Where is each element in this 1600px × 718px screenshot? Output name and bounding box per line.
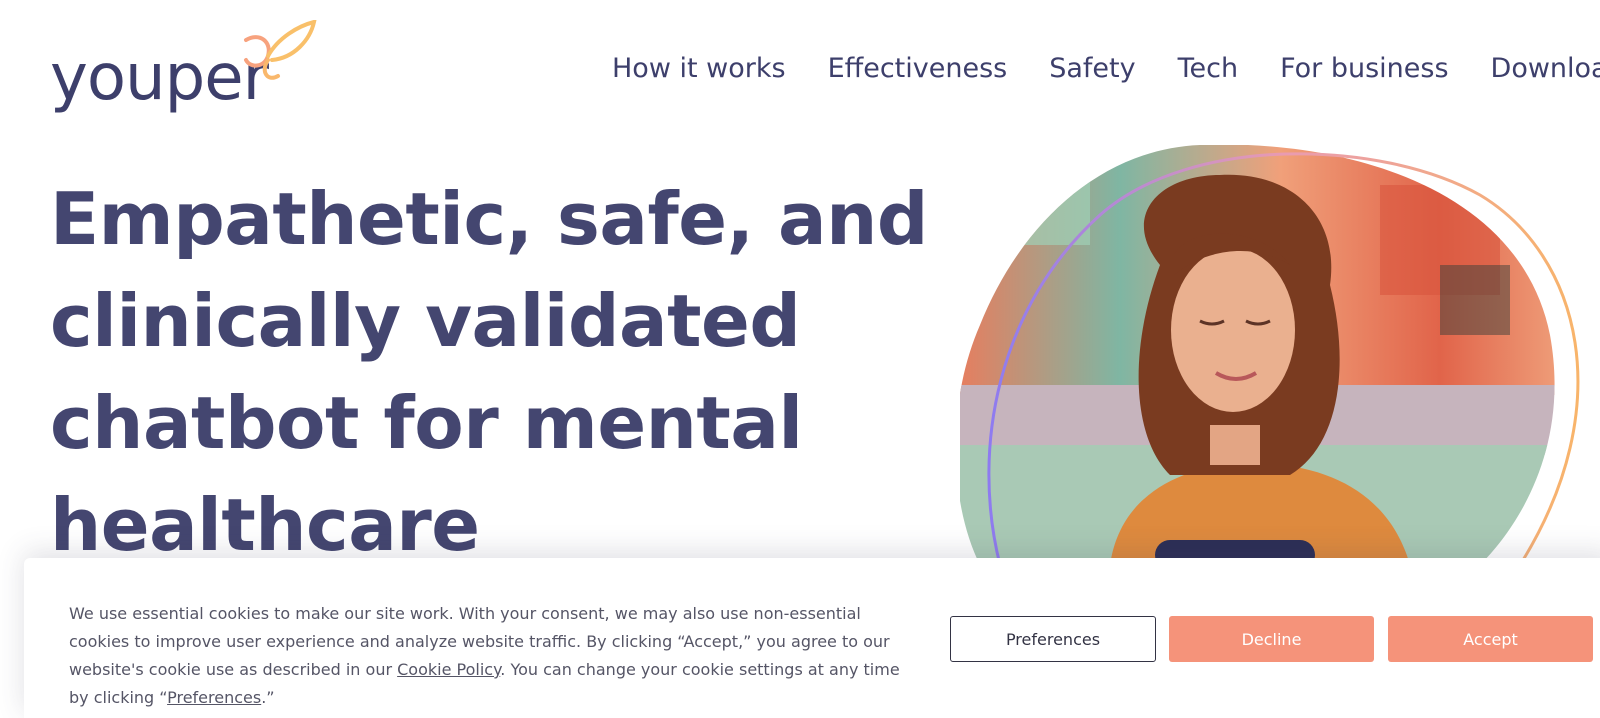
hero-photo-illustration	[960, 145, 1580, 565]
bird-logo-icon	[244, 20, 317, 80]
preferences-button[interactable]: Preferences	[950, 616, 1156, 662]
nav-tech[interactable]: Tech	[1178, 53, 1238, 84]
cookie-message: We use essential cookies to make our sit…	[69, 600, 919, 712]
nav-how-it-works[interactable]: How it works	[612, 53, 786, 84]
decline-button[interactable]: Decline	[1169, 616, 1374, 662]
nav-safety[interactable]: Safety	[1049, 53, 1135, 84]
hero-title: Empathetic, safe, and clinically validat…	[50, 177, 928, 567]
hero-image	[960, 145, 1600, 565]
preferences-link[interactable]: Preferences	[167, 688, 261, 707]
main-nav: How it works Effectiveness Safety Tech F…	[612, 48, 1600, 88]
nav-download[interactable]: Download	[1491, 53, 1600, 84]
accept-button[interactable]: Accept	[1388, 616, 1593, 662]
nav-for-business[interactable]: For business	[1280, 53, 1448, 84]
cookie-policy-link[interactable]: Cookie Policy	[397, 660, 500, 679]
youper-logo[interactable]: youper	[50, 20, 320, 115]
logo-wordmark: youper	[50, 41, 269, 115]
cookie-consent-banner: We use essential cookies to make our sit…	[24, 558, 1600, 718]
cookie-text-part: .”	[261, 688, 275, 707]
nav-effectiveness[interactable]: Effectiveness	[828, 53, 1008, 84]
site-header: youper How it works Effectiveness Safety…	[0, 0, 1600, 130]
